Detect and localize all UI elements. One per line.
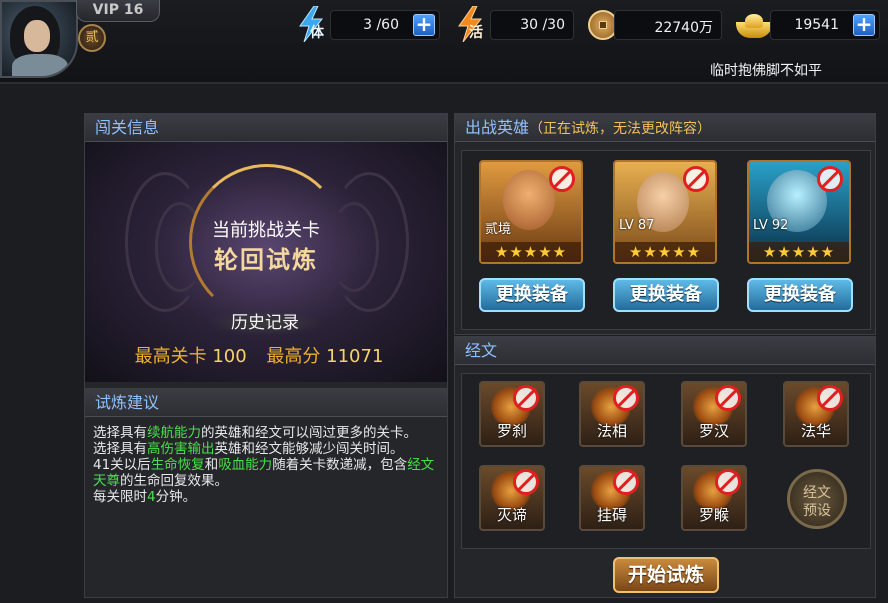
challenge-artwork: 当前挑战关卡 轮回试炼 历史记录 最高关卡 100 最高分 11071 [85, 142, 447, 382]
challenge-info-title: 闯关信息 [85, 114, 447, 142]
scripture-preset-label: 经文预设 [803, 485, 831, 519]
rank-badge: 贰 [78, 24, 106, 52]
scripture-slot-luohou[interactable]: 罗睺 [681, 465, 747, 531]
locked-icon [549, 166, 575, 192]
current-stage-name: 轮回试炼 [214, 246, 318, 274]
tip-highlight: 生命恢复 [150, 457, 205, 473]
hero-card-2[interactable]: LV 87 ★★★★★ [613, 160, 717, 264]
challenge-info-panel: 闯关信息 当前挑战关卡 轮回试炼 历史记录 最高关卡 100 最高分 11071 [84, 113, 448, 389]
scripture-slot-fahua[interactable]: 法华 [783, 381, 849, 447]
change-equipment-button-3[interactable]: 更换装备 [747, 278, 853, 312]
locked-icon [513, 385, 539, 411]
vigor-counter: 30 /30 [490, 10, 574, 40]
tip-highlight: 4 [147, 489, 156, 505]
battle-heroes-panel: 出战英雄（正在试炼，无法更改阵容） 贰境 ★★★★★ 更换装备 LV 87 ★★… [454, 113, 876, 335]
locked-icon [817, 166, 843, 192]
motto-text: 临时抱佛脚不如平 [710, 63, 822, 79]
scripture-title: 经文 [455, 337, 875, 365]
scripture-slot-guaai[interactable]: 挂碍 [579, 465, 645, 531]
stamina-counter: 3 /60 + [330, 10, 440, 40]
vigor-icon-text: 活 [469, 25, 483, 41]
scripture-preset-button[interactable]: 经文预设 [787, 469, 847, 529]
gold-counter: 19541 + [770, 10, 880, 40]
change-equipment-button-2[interactable]: 更换装备 [613, 278, 719, 312]
gold-ingot-icon [736, 14, 772, 38]
vip-badge[interactable]: VIP 16 [76, 0, 160, 22]
avatar-face [24, 20, 50, 52]
stamina-value: 3 /60 [363, 17, 399, 33]
change-equipment-button-1[interactable]: 更换装备 [479, 278, 585, 312]
scripture-name: 法华 [800, 422, 831, 440]
add-gold-button[interactable]: + [853, 14, 875, 36]
best-records-row: 最高关卡 100 最高分 11071 [85, 342, 447, 368]
history-record-button[interactable]: 历史记录 [205, 310, 325, 336]
best-stage-value: 100 [212, 346, 247, 367]
locked-icon [613, 469, 639, 495]
locked-icon [683, 166, 709, 192]
tip-highlight: 高伤害输出 [147, 441, 215, 457]
locked-icon [613, 385, 639, 411]
scripture-name: 挂碍 [596, 506, 627, 524]
hero-stars: ★★★★★ [749, 242, 849, 262]
best-score-value: 11071 [326, 346, 384, 367]
scripture-name: 法相 [596, 422, 627, 440]
scripture-slot-faxiang[interactable]: 法相 [579, 381, 645, 447]
tip-line: 每关限时4分钟。 [93, 489, 197, 505]
battle-heroes-subtitle: （正在试炼，无法更改阵容） [529, 121, 712, 137]
tip-highlight: 续航能力 [147, 425, 201, 441]
scripture-name: 灭谛 [496, 506, 527, 524]
hero-stars: ★★★★★ [615, 242, 715, 262]
coins-value: 22740万 [654, 20, 713, 36]
avatar-robe [12, 54, 68, 76]
stamina-icon-text: 体 [310, 25, 324, 41]
hero-level: 贰境 [485, 222, 512, 237]
best-stage-label: 最高关卡 [134, 346, 207, 367]
best-score-label: 最高分 [266, 346, 321, 367]
tip-highlight: 吸血能力 [218, 457, 273, 473]
locked-icon [715, 469, 741, 495]
locked-icon [817, 385, 843, 411]
coins-counter: 22740万 [614, 10, 722, 40]
gold-value: 19541 [794, 17, 839, 33]
scripture-slot-luohan[interactable]: 罗汉 [681, 381, 747, 447]
hero-level: LV 87 [619, 218, 655, 233]
tip-line: 41关以后生命恢复和吸血能力随着关卡数递减，包含经文天尊的生命回复效果。 [93, 457, 435, 489]
hero-stars: ★★★★★ [481, 242, 581, 262]
hero-card-1[interactable]: 贰境 ★★★★★ [479, 160, 583, 264]
hero-level: LV 92 [753, 218, 789, 233]
locked-icon [715, 385, 741, 411]
current-stage-label: 当前挑战关卡 [212, 220, 320, 241]
scripture-slot-miedi[interactable]: 灭谛 [479, 465, 545, 531]
locked-icon [513, 469, 539, 495]
start-trial-button[interactable]: 开始试炼 [613, 557, 719, 593]
scripture-slot-rakshasa[interactable]: 罗刹 [479, 381, 545, 447]
tip-line: 选择具有续航能力的英雄和经文可以闯过更多的关卡。 [93, 425, 417, 441]
scripture-name: 罗汉 [698, 422, 729, 440]
scripture-name: 罗刹 [496, 422, 527, 440]
tip-line: 选择具有高伤害输出英雄和经文能够减少闯关时间。 [93, 441, 404, 457]
scripture-panel: 经文 罗刹 法相 罗汉 法华 灭谛 挂碍 罗睺 经文预设 开始试炼 [454, 336, 876, 598]
battle-heroes-title: 出战英雄 [465, 118, 530, 137]
trial-tips-title: 试炼建议 [85, 389, 447, 417]
scripture-name: 罗睺 [698, 506, 729, 524]
add-stamina-button[interactable]: + [413, 14, 435, 36]
top-bar: VIP 16 贰 体 3 /60 + 活 30 /30 22740万 19541… [0, 0, 888, 84]
hero-card-3[interactable]: LV 92 ★★★★★ [747, 160, 851, 264]
player-avatar[interactable] [0, 0, 78, 78]
battle-heroes-header: 出战英雄（正在试炼，无法更改阵容） [455, 114, 875, 142]
vigor-value: 30 /30 [520, 17, 565, 33]
trial-tips-text: 选择具有续航能力的英雄和经文可以闯过更多的关卡。 选择具有高伤害输出英雄和经文能… [93, 425, 437, 505]
trial-tips-panel: 试炼建议 选择具有续航能力的英雄和经文可以闯过更多的关卡。 选择具有高伤害输出英… [84, 388, 448, 598]
